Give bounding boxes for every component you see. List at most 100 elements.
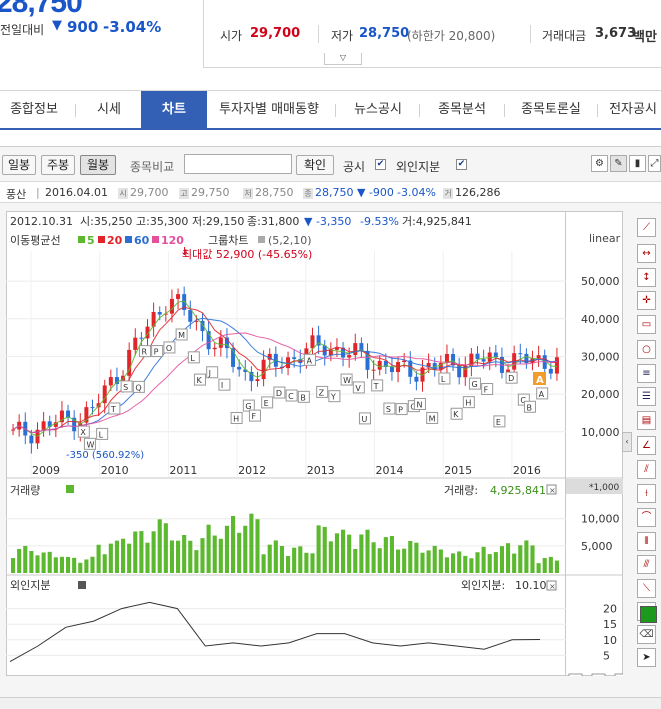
candle-body [389,366,394,373]
volume-bar [396,549,401,573]
marker-letter: E [496,418,501,427]
monthly-button[interactable]: 월봉 [80,155,116,175]
volume-bar [47,551,52,573]
rectangle-tool-icon[interactable]: ▭ [637,315,656,334]
marker-letter: E [264,399,269,408]
volume-bar [426,550,431,573]
collapse-toolbar-icon[interactable]: ‹ [622,432,632,452]
volume-bar [292,547,297,573]
zoom-icon[interactable]: ⤢ [648,155,661,172]
fibonacci-tool-icon[interactable]: ≡ [637,364,656,383]
eraser-tool-icon[interactable]: ⌫ [637,625,656,644]
marker-letter: W [343,376,351,385]
marker-letter: D [508,374,514,383]
confirm-button[interactable]: 확인 [296,155,334,175]
current-badge-label: A [536,375,544,386]
draw-pen-icon[interactable]: ✎ [610,155,627,172]
marker-letter: X [80,428,86,437]
foreign-checkbox[interactable]: ✔ [456,159,467,170]
volume-bar [145,542,150,573]
volume-bar [371,542,376,573]
color-picker[interactable] [640,606,657,623]
volume-bar [316,525,321,573]
y-tick-label: 50,000 [581,275,620,288]
marker-letter: K [196,376,202,385]
volume-bar [200,538,205,573]
ma60-swatch [125,236,132,243]
vertical-line-tool-icon[interactable]: ↕ [637,268,656,287]
parallel-tool-icon[interactable]: ⫽ [637,460,656,479]
volume-bar [11,558,16,573]
daily-button[interactable]: 일봉 [2,155,36,175]
tab-news-disclosure[interactable]: 뉴스공시 [337,91,419,129]
volume-bar [102,554,107,573]
volume-bar [328,541,333,573]
bottom-table-header [0,697,661,709]
ray-tool-icon[interactable]: ⟍ [637,579,656,598]
settings-icon[interactable]: ⚙ [591,155,608,172]
marker-letter: T [373,382,379,391]
candle-body [493,352,498,357]
candle-body [29,435,34,444]
chevron-down-icon: ▽ [339,53,347,62]
tab-discussion[interactable]: 종목토론실 [505,91,597,129]
crosshair-tool-icon[interactable]: ✛ [637,291,656,310]
marker-letter: Y [330,393,336,402]
volume-bar [402,548,407,573]
cycle-tool-icon[interactable]: ⦀ [637,532,656,551]
channel-tool-icon[interactable]: ▤ [637,411,656,430]
group-chart-label: 그룹차트 [208,234,248,247]
volume-bar [249,513,254,573]
high-icon: 고 [179,188,189,199]
foreign-y-tick: 20 [603,603,617,616]
volume-bar [432,545,437,573]
disclosure-checkbox[interactable]: ✔ [375,159,386,170]
foreign-label: 외인지분 [396,160,441,174]
volume-bar [108,543,113,573]
fan-tool-icon[interactable]: ⟊ [637,484,656,503]
volume-unit: *1,000 [589,483,620,493]
speed-line-tool-icon[interactable]: ⫻ [637,555,656,574]
tab-chart[interactable]: 차트 [141,91,207,129]
tab-analysis[interactable]: 종목분석 [420,91,504,129]
angle-tool-icon[interactable]: ∠ [637,436,656,455]
circle-tool-icon[interactable]: ○ [637,340,656,359]
volume-value-label: 거래량: [444,484,478,497]
marker-letter: F [484,386,489,395]
group-swatch [258,236,265,243]
compare-input[interactable] [184,154,292,174]
ohlc-info-bar: 풍산 | 2016.04.01 시 29,700 고 29,750 저 28,750 … [0,181,661,203]
volume-bar [169,540,174,573]
volume-bar [17,548,22,573]
volume-bar [157,519,162,573]
arc-tool-icon[interactable]: ⌒ [637,508,656,527]
header-open: 시:35,250 [80,215,132,228]
marker-letter: C [288,392,294,401]
x-tick-label: 2009 [32,464,60,477]
volume-swatch [66,485,74,493]
pointer-tool-icon[interactable]: ➤ [637,648,656,667]
candle-body [548,368,553,374]
group-params: (5,2,10) [268,234,312,247]
trendline-tool-icon[interactable]: ⟋ [637,218,656,237]
tab-investor-trading[interactable]: 투자자별 매매동향 [207,91,331,129]
volume-bar [420,552,425,573]
panel-toggle-icon[interactable]: ▮ [629,155,646,172]
volume-bar [341,529,346,573]
expand-quote-button[interactable]: ▽ [324,53,362,65]
candle-body [536,355,541,359]
weekly-button[interactable]: 주봉 [41,155,75,175]
volume-bar [218,538,223,573]
tab-overview[interactable]: 종합정보 [0,91,68,129]
quote-sep [318,25,319,43]
marker-letter: B [300,393,306,402]
volume-bar [194,550,199,573]
volume-bar [72,557,77,573]
info-high: 고 29,750 [179,186,230,199]
tab-price[interactable]: 시세 [78,91,140,129]
horizontal-line-tool-icon[interactable]: ↔ [637,244,656,263]
chart-svg[interactable]: 2012.10.31 시:35,250 고:35,300 저:29,150 종:… [6,211,623,676]
tab-e-disclosure[interactable]: 전자공시 [600,91,661,129]
gann-tool-icon[interactable]: ☰ [637,387,656,406]
foreign-ownership-line [9,601,541,663]
